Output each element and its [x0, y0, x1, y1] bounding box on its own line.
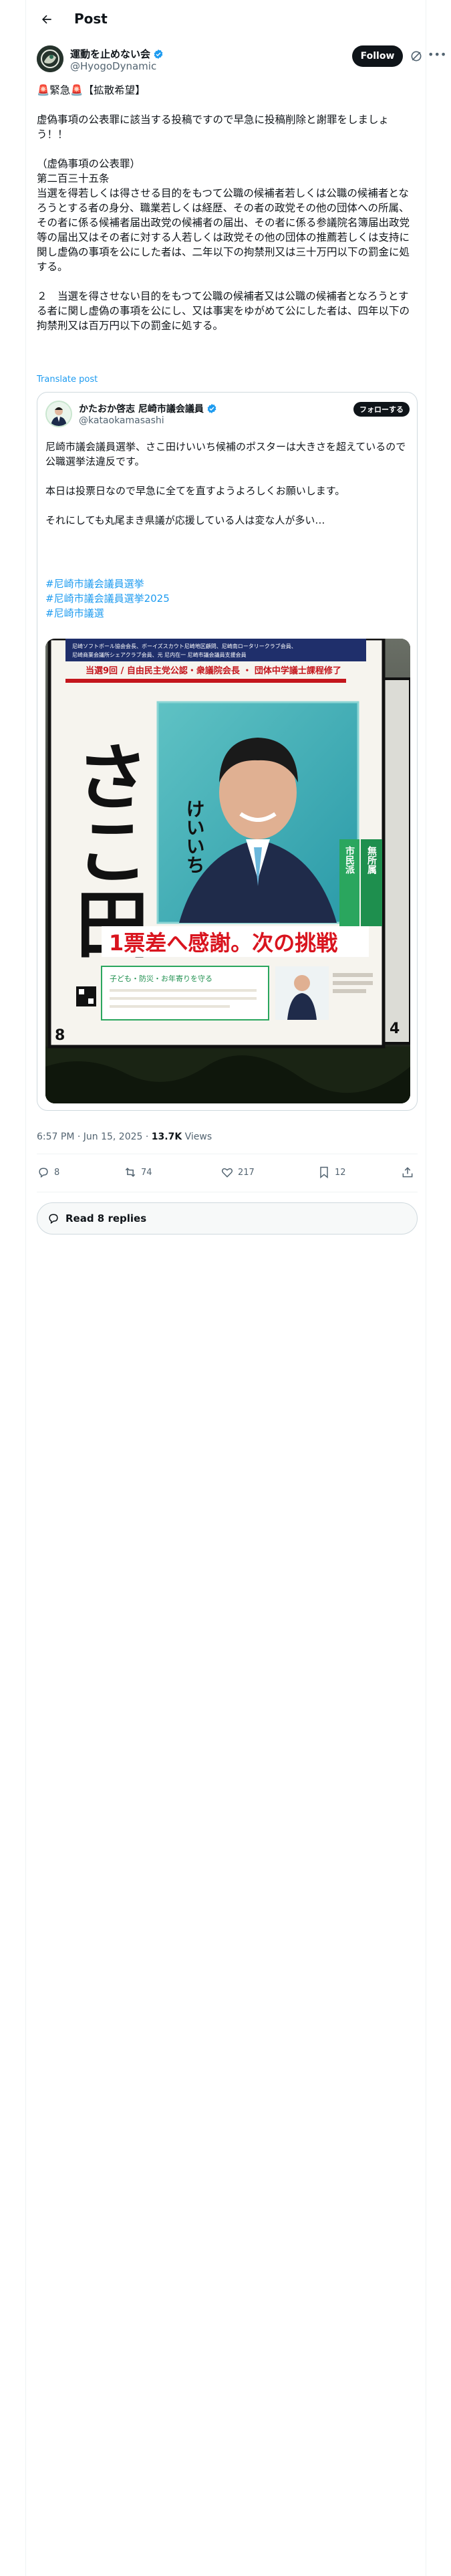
heart-icon — [221, 1168, 233, 1178]
poster-number: 8 — [55, 1027, 65, 1044]
quote-avatar — [45, 401, 72, 427]
repost-icon — [125, 1168, 136, 1177]
repost-button[interactable]: 74 — [124, 1162, 152, 1182]
bookmark-button[interactable]: 12 — [317, 1162, 346, 1182]
poster-slogan: 1票差へ感謝。次の挑戦 — [109, 930, 337, 956]
post-meta: 6:57 PM · Jun 15, 2025 · 13.7K Views — [37, 1132, 212, 1142]
page-title: Post — [74, 11, 108, 27]
read-replies-button[interactable]: Read 8 replies — [37, 1202, 418, 1235]
repost-count: 74 — [141, 1167, 152, 1178]
quoted-post[interactable]: かたおか啓志 尼崎市議会議員 @kataokamasashi フォローする 尼崎… — [37, 392, 418, 1111]
hashtag-list: #尼崎市議会議員選挙 #尼崎市議会議員選挙2025 #尼崎市議選 — [45, 576, 410, 621]
reply-count: 8 — [54, 1167, 60, 1178]
back-button[interactable] — [37, 9, 57, 29]
top-bar: Post — [26, 0, 427, 39]
verified-badge-icon — [154, 49, 163, 59]
grok-icon[interactable] — [410, 49, 423, 63]
verified-badge-icon — [207, 404, 216, 413]
follow-button[interactable]: Follow — [352, 45, 403, 67]
post-author: 運動を止めない会 @HyogoDynamic Follow ••• — [37, 45, 446, 75]
post-timestamp[interactable]: 6:57 PM · Jun 15, 2025 · — [37, 1132, 152, 1142]
poster-banner-line: 尼崎ソフトボール協会会長、ボーイズスカウト尼崎地区顧問、尼崎南ロータリークラブ会… — [72, 643, 297, 649]
reply-icon — [39, 1168, 48, 1178]
share-button[interactable] — [401, 1162, 414, 1182]
poster-headline: 当選9回 / 自由民主党公認・衆議院会長 ・ 団体中学議士課程修了 — [86, 665, 341, 676]
author-name[interactable]: 運動を止めない会 — [70, 47, 164, 61]
hashtag-link[interactable]: #尼崎市議選 — [45, 606, 410, 621]
quote-author-name-text: かたおか啓志 尼崎市議会議員 — [79, 404, 204, 415]
read-replies-label: Read 8 replies — [65, 1212, 147, 1224]
poster-name-small: けいいち — [184, 799, 206, 874]
poster-note: 子ども・防災・お年寄りを守る — [110, 974, 212, 983]
bookmark-icon — [320, 1166, 328, 1179]
poster-banner-line: 尼崎商業会議所シェアクラブ会員、元 尼内在一 尼崎市議会議員支援会員 — [72, 651, 247, 658]
author-handle[interactable]: @HyogoDynamic — [70, 60, 156, 72]
author-name-text: 運動を止めない会 — [70, 48, 151, 60]
post-text: 🚨緊急🚨【拡散希望】 虚偽事項の公表罪に該当する投稿ですので早急に投稿削除と謝罪… — [37, 84, 410, 332]
poster-number: 4 — [390, 1021, 400, 1037]
avatar[interactable] — [37, 45, 63, 72]
poster-photo[interactable]: 尼崎ソフトボール協会会長、ボーイズスカウト尼崎地区顧問、尼崎南ロータリークラブ会… — [45, 639, 410, 1103]
quote-text: 尼崎市議会議員選挙、さこ田けいいち候補のポスターは大きさを超えているので公職選挙… — [45, 441, 406, 526]
hashtag-link[interactable]: #尼崎市議会議員選挙 — [45, 576, 410, 591]
hashtag-link[interactable]: #尼崎市議会議員選挙2025 — [45, 591, 410, 606]
quote-follow-button[interactable]: フォローする — [353, 402, 410, 417]
quote-author-name: かたおか啓志 尼崎市議会議員 — [79, 402, 217, 415]
post-column: Post 運動を止めない会 @HyogoDynamic Follow ••• 🚨… — [25, 0, 446, 2576]
reply-button[interactable]: 8 — [37, 1162, 59, 1182]
poster-tag: 無所属 — [366, 845, 377, 875]
arrow-left-icon — [41, 15, 51, 24]
bookmark-count: 12 — [335, 1167, 346, 1178]
reply-bubble-icon — [49, 1214, 58, 1224]
translate-post-link[interactable]: Translate post — [37, 374, 98, 385]
views-label: Views — [182, 1132, 212, 1142]
action-bar: 8 74 217 12 — [37, 1162, 418, 1182]
quote-author-handle: @kataokamasashi — [79, 415, 164, 426]
like-count: 217 — [238, 1167, 255, 1178]
share-icon — [402, 1167, 413, 1178]
more-options-icon[interactable]: ••• — [428, 48, 446, 64]
like-button[interactable]: 217 — [220, 1162, 255, 1182]
view-count: 13.7K — [151, 1132, 182, 1142]
poster-tag: 市民派 — [344, 845, 355, 875]
